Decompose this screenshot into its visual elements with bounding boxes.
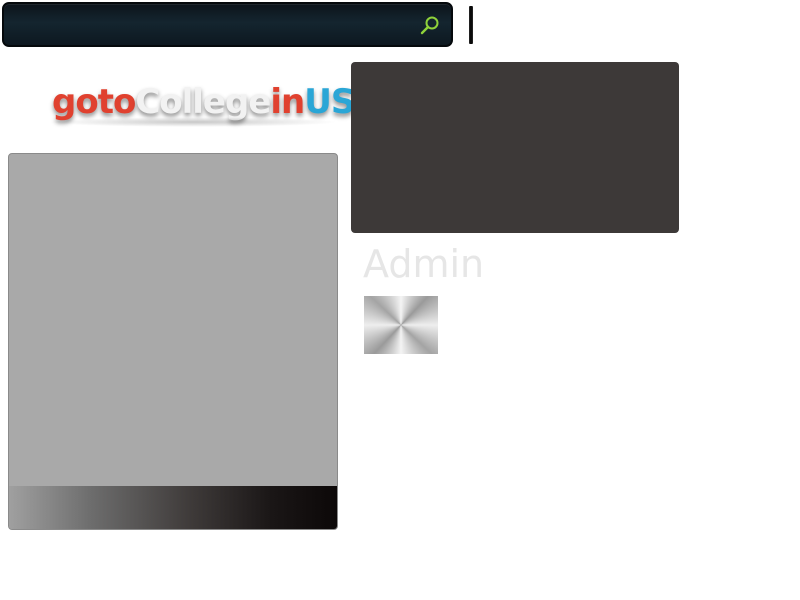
logo-part-in: in [270,82,305,122]
search-icon [420,16,439,35]
logo-part-goto: goto [52,82,136,122]
sidebar-panel [8,153,338,530]
featured-content-box [351,62,679,233]
logo-part-us: US [304,82,355,122]
sidebar-panel-footer [9,486,337,529]
logo-part-college: College [135,82,271,122]
avatar[interactable] [364,296,438,354]
author-name: Admin [363,242,485,286]
search-input[interactable] [16,11,410,40]
toolbar-divider [469,6,473,44]
search-bar [2,2,453,47]
search-button[interactable] [417,12,443,38]
logo-shadow [48,117,338,127]
